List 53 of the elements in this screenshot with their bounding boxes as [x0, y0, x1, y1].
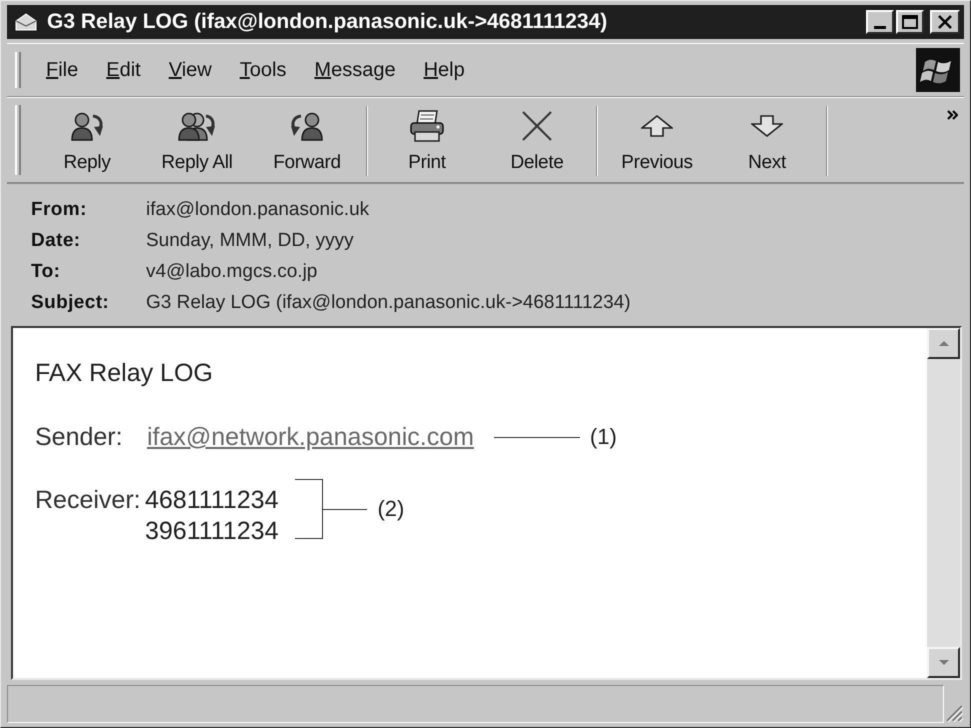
menu-item[interactable]: View — [154, 56, 226, 84]
down-arrow-icon — [751, 115, 783, 137]
receiver-number: 4681111234 — [145, 485, 278, 516]
people-arrow-icon — [178, 111, 216, 141]
flag-logo-icon — [916, 48, 960, 92]
scroll-up-button[interactable] — [927, 328, 960, 359]
message-title: FAX Relay LOG — [35, 358, 214, 388]
receiver-label: Receiver: — [35, 485, 142, 516]
field-value: ifax@london.panasonic.uk — [146, 198, 370, 220]
email-link[interactable]: ifax@network.panasonic.com — [147, 422, 474, 452]
down-triangle-icon — [938, 660, 948, 665]
reply-all-button[interactable]: Reply All — [142, 98, 252, 182]
sender-label: Sender: — [35, 422, 124, 452]
previous-button[interactable]: Previous — [602, 98, 712, 182]
field-value: Sunday, MMM, DD, yyyy — [146, 230, 355, 252]
reply-button[interactable]: Reply — [32, 98, 142, 182]
menu-item[interactable]: Message — [300, 56, 410, 84]
field-label: To: — [31, 260, 62, 282]
receiver-number: 3961111234 — [145, 516, 278, 547]
menu-item[interactable]: Tools — [226, 56, 300, 84]
close-button[interactable] — [930, 10, 960, 34]
field-value: G3 Relay LOG (ifax@london.panasonic.uk->4681111234) — [146, 292, 631, 314]
resize-grip-icon[interactable] — [946, 705, 964, 723]
maximize-icon — [902, 15, 918, 29]
double-chevron-icon[interactable] — [947, 110, 958, 120]
scroll-down-button[interactable] — [927, 647, 960, 678]
menu-item[interactable]: File — [32, 56, 92, 84]
print-button[interactable]: Print — [372, 98, 482, 182]
arrow-person-icon — [290, 111, 324, 141]
grip-icon[interactable] — [15, 52, 21, 88]
field-label: Subject: — [31, 292, 110, 314]
envelope-icon — [15, 13, 37, 31]
minimize-icon — [874, 26, 886, 28]
cross-icon — [522, 111, 552, 141]
field-value: v4@labo.mgcs.co.jp — [146, 260, 318, 282]
field-label: From: — [31, 198, 88, 220]
forward-button[interactable]: Forward — [252, 98, 362, 182]
window-title: G3 Relay LOG (ifax@london.panasonic.uk->4681111234) — [47, 10, 608, 34]
callout-label: (2) — [377, 495, 404, 523]
up-arrow-icon — [641, 115, 673, 137]
up-triangle-icon — [938, 341, 948, 346]
person-arrow-icon — [70, 111, 104, 141]
next-button[interactable]: Next — [712, 98, 822, 182]
menu-item[interactable]: Edit — [92, 56, 155, 84]
callout-label: (1) — [590, 423, 617, 451]
maximize-button[interactable] — [896, 10, 924, 34]
delete-button[interactable]: Delete — [482, 98, 592, 182]
grip-icon[interactable] — [15, 105, 21, 175]
minimize-button[interactable] — [866, 10, 894, 34]
field-label: Date: — [31, 230, 82, 252]
menu-item[interactable]: Help — [410, 56, 479, 84]
close-icon — [938, 15, 952, 29]
printer-icon — [410, 110, 444, 142]
